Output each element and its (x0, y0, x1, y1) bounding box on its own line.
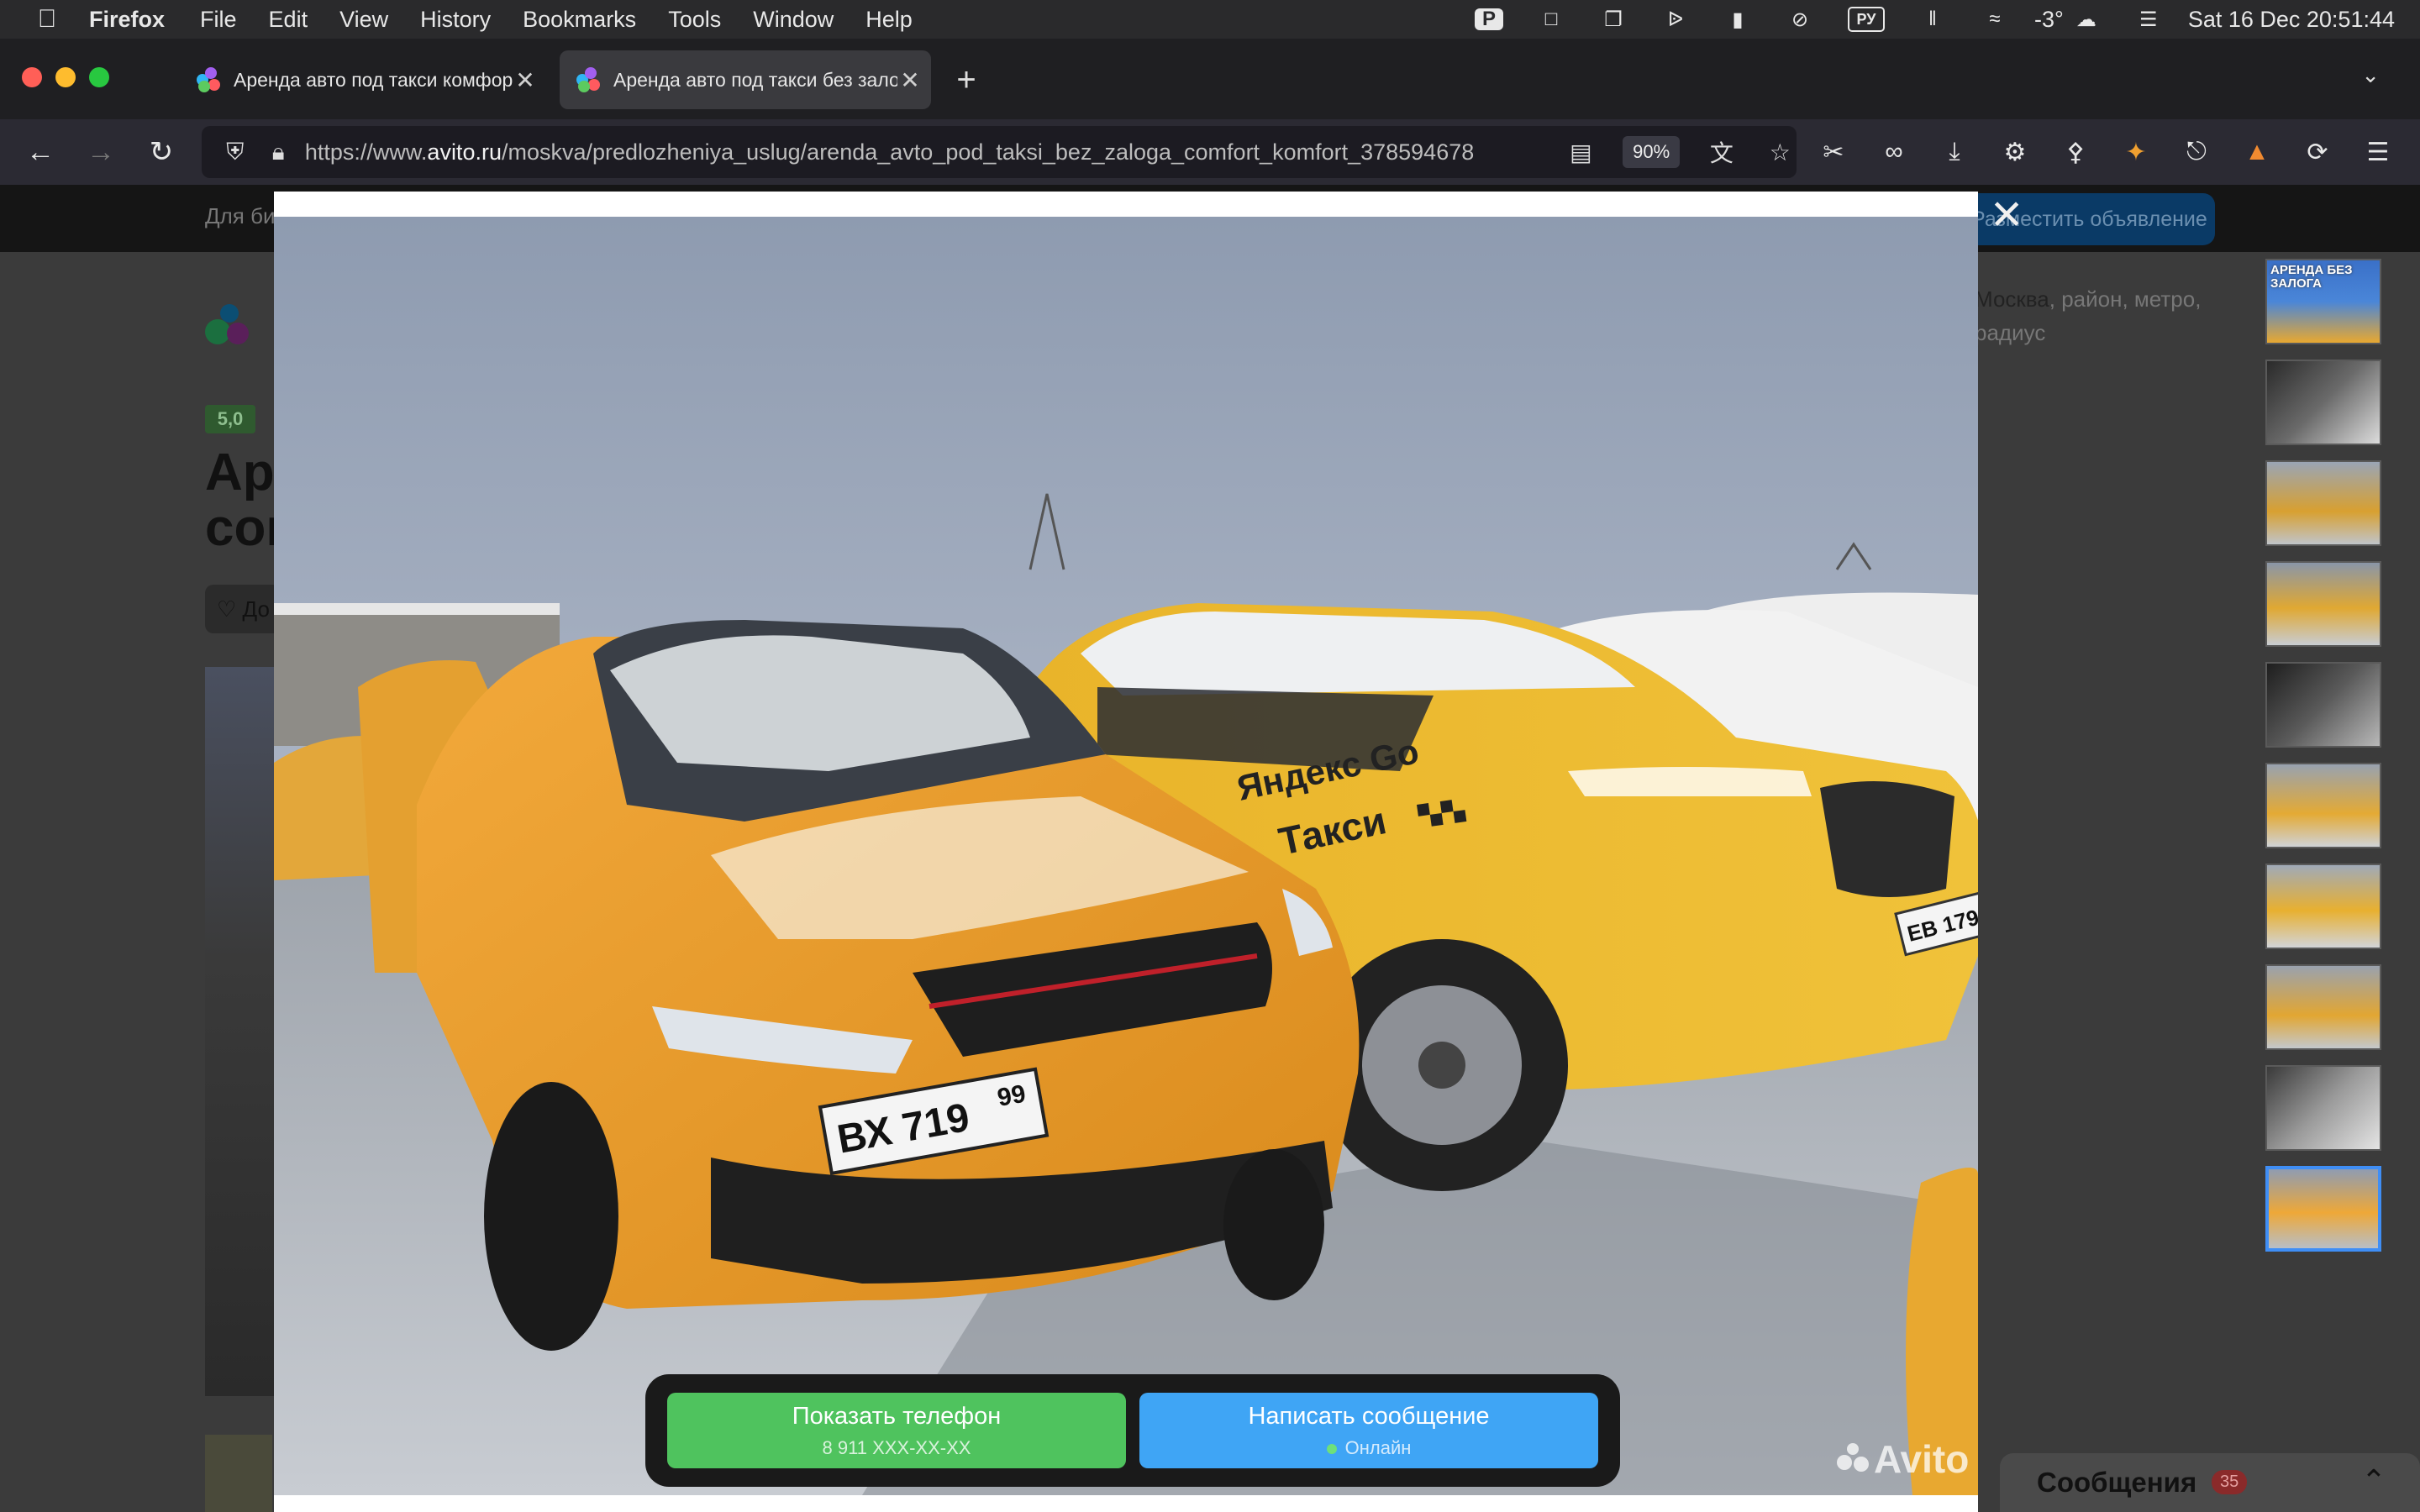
shield-icon[interactable]: ⛨ (218, 139, 251, 166)
menu-view[interactable]: View (339, 7, 388, 33)
parking-icon[interactable]: P (1475, 8, 1503, 30)
temperature-text[interactable]: -3° (2034, 7, 2064, 33)
tab-title: Аренда авто под такси комфорт (234, 68, 513, 91)
window-controls (22, 67, 123, 87)
gallery-thumbnail[interactable]: АРЕНДА БЕЗ ЗАЛОГА (2265, 259, 2381, 344)
close-gallery-icon[interactable]: × (1983, 186, 2030, 240)
close-tab-icon[interactable]: ✕ (513, 66, 538, 94)
close-tab-icon[interactable]: ✕ (897, 66, 923, 94)
menu-bookmarks[interactable]: Bookmarks (523, 7, 636, 33)
thumb-ad-label: АРЕНДА БЕЗ ЗАЛОГА (2270, 263, 2353, 291)
online-dot-icon (1326, 1444, 1337, 1455)
online-status: Онлайн (1139, 1437, 1598, 1459)
new-tab-button[interactable]: + (950, 59, 983, 101)
gallery-thumbnail[interactable] (2265, 662, 2381, 748)
mute-icon[interactable]: ⊘ (1786, 8, 1814, 31)
menu-edit[interactable]: Edit (269, 7, 308, 33)
macos-menu-bar:  Firefox File Edit View History Bookmar… (0, 0, 2420, 39)
key-icon[interactable]: ⚴ (2057, 134, 2094, 171)
bookmark-star-icon[interactable]: ☆ (1764, 139, 1797, 166)
write-message-button[interactable]: Написать сообщение Онлайн (1139, 1393, 1598, 1468)
forward-icon[interactable]: → (81, 132, 121, 172)
window-icon[interactable]: ❐ (1599, 8, 1628, 31)
gallery-thumbnail[interactable] (2265, 561, 2381, 647)
front-plate-region-text: 99 (996, 1080, 1028, 1112)
avito-logo-icon[interactable] (205, 301, 255, 351)
gallery-thumbnail[interactable] (2265, 460, 2381, 546)
clock[interactable]: Sat 16 Dec 20:51:44 (2188, 7, 2395, 33)
control-center-icon[interactable]: ☰ (2134, 8, 2163, 31)
avito-watermark: Avito (1837, 1436, 1969, 1482)
private-mask-icon[interactable]: ∞ (1876, 134, 1912, 171)
menu-history[interactable]: History (420, 7, 491, 33)
location-filter[interactable]: Москва, район, метро, радиус (1975, 282, 2227, 349)
settings-gear-icon[interactable]: ⚙ (1996, 134, 2033, 171)
write-message-label: Написать сообщение (1248, 1403, 1490, 1430)
menu-bar-extras: P □ ❐ ᐉ ▮ ⊘ РУ ‖ ≈ -3° ☁ ☰ Sat 16 Dec 20… (1441, 0, 2395, 39)
menu-file[interactable]: File (200, 7, 237, 33)
weather-icon[interactable]: ☁ (2072, 8, 2101, 31)
seller-rating-badge: 5,0 (205, 405, 255, 433)
menu-help[interactable]: Help (865, 7, 913, 33)
downloads-icon[interactable]: ⤓ (1936, 134, 1973, 171)
taxi-cars-photo: Яндекс Go Такси ЕВ 179 99 ВХ 719 (274, 217, 1978, 1495)
hamburger-menu-icon[interactable]: ☰ (2360, 134, 2396, 171)
menu-tools[interactable]: Tools (668, 7, 721, 33)
extensions-puzzle-icon[interactable]: ⎋ (2178, 134, 2215, 171)
translate-icon[interactable]: 文 (1705, 135, 1738, 169)
business-link[interactable]: Для би (205, 203, 276, 229)
show-phone-label: Показать телефон (792, 1403, 1002, 1430)
zoom-level-badge[interactable]: 90% (1623, 136, 1681, 168)
navigation-toolbar: ← → ↻ ⛨ 🔒︎ https://www.avito.ru/moskva/p… (0, 119, 2420, 185)
show-phone-button[interactable]: Показать телефон 8 911 XXX-XX-XX (667, 1393, 1126, 1468)
gallery-thumbnail[interactable] (2265, 360, 2381, 445)
sync-icon[interactable]: ⟳ (2299, 134, 2336, 171)
contact-actions-panel: Показать телефон 8 911 XXX-XX-XX Написат… (645, 1374, 1620, 1487)
close-window-button[interactable] (22, 67, 42, 87)
input-source-icon[interactable]: РУ (1848, 7, 1885, 32)
apple-menu-icon[interactable]:  (30, 5, 64, 34)
add-to-favorites-button[interactable]: ♡ До (205, 585, 281, 633)
watermark-text: Avito (1874, 1437, 1970, 1481)
gallery-photo[interactable]: Яндекс Go Такси ЕВ 179 99 ВХ 719 (274, 217, 1978, 1495)
minimize-window-button[interactable] (55, 67, 76, 87)
tab-active[interactable]: Аренда авто под такси без залога ✕ (560, 50, 931, 109)
metamask-fox-icon[interactable]: ▲ (2238, 134, 2275, 171)
battery-icon[interactable]: ▮ (1723, 8, 1752, 31)
toolbar-icons: ✂ ∞ ⤓ ⚙ ⚴ ✦ ⎋ ▲ ⟳ ☰ (1815, 119, 2420, 185)
back-icon[interactable]: ← (20, 132, 60, 172)
screenshot-icon[interactable]: □ (1537, 8, 1565, 30)
url-text[interactable]: https://www.avito.ru/moskva/predlozheniy… (305, 139, 1539, 165)
zoom-window-button[interactable] (89, 67, 109, 87)
phone-masked: 8 911 XXX-XX-XX (822, 1437, 971, 1458)
tab-first[interactable]: Аренда авто под такси комфорт ✕ (180, 50, 546, 109)
reader-icon[interactable]: ‖ (1918, 8, 1947, 30)
messages-title: Сообщения (2037, 1467, 2197, 1498)
tab-title: Аренда авто под такси без залога (613, 68, 897, 91)
reader-view-icon[interactable]: ▤ (1565, 139, 1597, 166)
gallery-thumbnail[interactable] (2265, 964, 2381, 1050)
tab-strip: Аренда авто под такси комфорт ✕ Аренда а… (0, 39, 2420, 119)
gallery-thumbnail[interactable] (2265, 1065, 2381, 1151)
messages-widget[interactable]: Сообщения 35 ⌃ (2000, 1453, 2420, 1512)
chevron-up-icon[interactable]: ⌃ (2361, 1463, 2386, 1499)
avito-favicon-icon (197, 67, 222, 92)
reload-icon[interactable]: ↻ (141, 132, 182, 172)
extension-bird-icon[interactable]: ✦ (2118, 134, 2154, 171)
gallery-thumbnail[interactable] (2265, 864, 2381, 949)
url-bar[interactable]: ⛨ 🔒︎ https://www.avito.ru/moskva/predloz… (202, 126, 1797, 178)
wifi-icon[interactable]: ≈ (1981, 8, 2009, 30)
gallery-thumbnail[interactable] (2265, 763, 2381, 848)
list-all-tabs-chevron-icon[interactable]: ⌄ (2361, 62, 2380, 88)
gallery-thumbnail-selected[interactable] (2265, 1166, 2381, 1252)
lock-icon[interactable]: 🔒︎ (261, 139, 294, 166)
screenshot-tool-icon[interactable]: ✂ (1815, 134, 1852, 171)
menu-app-firefox[interactable]: Firefox (89, 7, 165, 33)
messages-count-badge: 35 (2212, 1470, 2248, 1494)
avito-watermark-logo-icon (1837, 1443, 1869, 1475)
listing-photo-thumb[interactable] (205, 1435, 272, 1512)
bluetooth-icon[interactable]: ᐉ (1661, 8, 1690, 31)
avito-favicon-icon (576, 67, 602, 92)
menu-window[interactable]: Window (753, 7, 834, 33)
